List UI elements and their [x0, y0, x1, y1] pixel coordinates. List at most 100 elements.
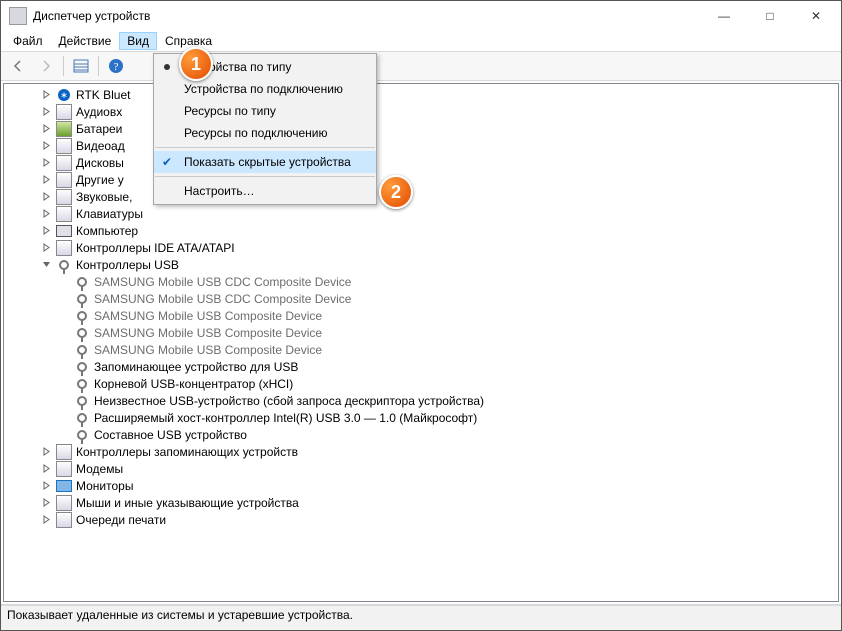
tree-row[interactable]: Очереди печати: [4, 511, 838, 528]
menuitem-devices-by-connection[interactable]: Устройства по подключению: [154, 78, 376, 100]
usb-device-icon: [74, 342, 90, 358]
expand-icon[interactable]: [38, 515, 54, 524]
tree-label: Видеоад: [74, 139, 125, 153]
tree-row[interactable]: Контроллеры IDE ATA/ATAPI: [4, 239, 838, 256]
tree-row[interactable]: SAMSUNG Mobile USB Composite Device: [4, 307, 838, 324]
expand-icon[interactable]: [38, 107, 54, 116]
status-bar: Показывает удаленные из системы и устаре…: [1, 605, 841, 630]
minimize-button[interactable]: —: [701, 1, 747, 31]
tree-row[interactable]: ∗RTK Bluet: [4, 86, 838, 103]
tree-label: Контроллеры USB: [74, 258, 179, 272]
expand-icon[interactable]: [38, 124, 54, 133]
tree-label: SAMSUNG Mobile USB CDC Composite Device: [92, 275, 351, 289]
tree-label: Другие у: [74, 173, 124, 187]
tree-row[interactable]: Мониторы: [4, 477, 838, 494]
menuitem-resources-by-connection[interactable]: Ресурсы по подключению: [154, 122, 376, 144]
tree-row[interactable]: Аудиовх: [4, 103, 838, 120]
tree-row[interactable]: SAMSUNG Mobile USB CDC Composite Device: [4, 290, 838, 307]
expand-icon[interactable]: [38, 481, 54, 490]
menuitem-label: Показать скрытые устройства: [184, 155, 351, 169]
usb-device-icon: [74, 393, 90, 409]
tree-row[interactable]: SAMSUNG Mobile USB CDC Composite Device: [4, 273, 838, 290]
expand-icon[interactable]: [38, 90, 54, 99]
expand-icon[interactable]: [38, 209, 54, 218]
close-button[interactable]: ✕: [793, 1, 839, 31]
tree-row[interactable]: Неизвестное USB-устройство (сбой запроса…: [4, 392, 838, 409]
tree-row[interactable]: Расширяемый хост-контроллер Intel(R) USB…: [4, 409, 838, 426]
menuitem-label: Ресурсы по подключению: [184, 126, 327, 140]
tree-label: Контроллеры запоминающих устройств: [74, 445, 298, 459]
expand-icon[interactable]: [38, 158, 54, 167]
show-console-tree-button[interactable]: [68, 53, 94, 79]
annotation-badge-1: 1: [179, 47, 213, 81]
tree-row[interactable]: Запоминающее устройство для USB: [4, 358, 838, 375]
expand-icon[interactable]: [38, 192, 54, 201]
tree-row[interactable]: Видеоад: [4, 137, 838, 154]
toolbar-separator: [98, 56, 99, 76]
expand-icon[interactable]: [38, 498, 54, 507]
radio-marker-icon: [164, 64, 170, 70]
usb-device-icon: [74, 376, 90, 392]
tree-label: SAMSUNG Mobile USB CDC Composite Device: [92, 292, 351, 306]
back-button[interactable]: [5, 53, 31, 79]
expand-icon[interactable]: [38, 175, 54, 184]
tree-label: Батареи: [74, 122, 122, 136]
ide-controller-icon: [56, 240, 72, 256]
svg-text:?: ?: [114, 61, 119, 73]
modem-icon: [56, 461, 72, 477]
other-devices-icon: [56, 172, 72, 188]
tree-row[interactable]: Другие у: [4, 171, 838, 188]
tree-row[interactable]: Контроллеры запоминающих устройств: [4, 443, 838, 460]
tree-label: Модемы: [74, 462, 123, 476]
device-tree[interactable]: ∗RTK Bluet Аудиовх Батареи Видеоад Диско…: [3, 83, 839, 602]
tree-label: Мониторы: [74, 479, 133, 493]
keyboard-icon: [56, 206, 72, 222]
tree-label: Неизвестное USB-устройство (сбой запроса…: [92, 394, 484, 408]
help-button[interactable]: ?: [103, 53, 129, 79]
expand-icon[interactable]: [38, 447, 54, 456]
tree-label: Составное USB устройство: [92, 428, 247, 442]
menu-view[interactable]: Вид: [119, 32, 157, 50]
tree-label: Расширяемый хост-контроллер Intel(R) USB…: [92, 411, 477, 425]
tree-row[interactable]: Контроллеры USB: [4, 256, 838, 273]
tree-label: SAMSUNG Mobile USB Composite Device: [92, 343, 322, 357]
tree-row[interactable]: Дисковы: [4, 154, 838, 171]
tree-label: Аудиовх: [74, 105, 122, 119]
menu-file[interactable]: Файл: [5, 32, 51, 50]
menuitem-label: Ресурсы по типу: [184, 104, 276, 118]
tree-row[interactable]: SAMSUNG Mobile USB Composite Device: [4, 341, 838, 358]
collapse-icon[interactable]: [38, 260, 54, 269]
tree-label: Клавиатуры: [74, 207, 143, 221]
tree-row[interactable]: Батареи: [4, 120, 838, 137]
usb-device-icon: [74, 274, 90, 290]
usb-device-icon: [74, 325, 90, 341]
tree-row[interactable]: Модемы: [4, 460, 838, 477]
monitor-icon: [56, 478, 72, 494]
checkmark-icon: ✔: [162, 155, 172, 169]
menu-action[interactable]: Действие: [51, 32, 120, 50]
tree-row[interactable]: Звуковые,: [4, 188, 838, 205]
tree-label: RTK Bluet: [74, 88, 130, 102]
maximize-button[interactable]: □: [747, 1, 793, 31]
menuitem-resources-by-type[interactable]: Ресурсы по типу: [154, 100, 376, 122]
usb-device-icon: [74, 427, 90, 443]
menuitem-show-hidden-devices[interactable]: ✔ Показать скрытые устройства: [154, 151, 376, 173]
tree-row[interactable]: Клавиатуры: [4, 205, 838, 222]
tree-row[interactable]: Составное USB устройство: [4, 426, 838, 443]
expand-icon[interactable]: [38, 141, 54, 150]
menuitem-customize[interactable]: Настроить…: [154, 180, 376, 202]
expand-icon[interactable]: [38, 243, 54, 252]
usb-controller-icon: [56, 257, 72, 273]
expand-icon[interactable]: [38, 226, 54, 235]
tree-row[interactable]: Мыши и иные указывающие устройства: [4, 494, 838, 511]
tree-label: Мыши и иные указывающие устройства: [74, 496, 299, 510]
tree-row[interactable]: Компьютер: [4, 222, 838, 239]
tree-label: Звуковые,: [74, 190, 132, 204]
tree-row[interactable]: Корневой USB-концентратор (xHCI): [4, 375, 838, 392]
tree-row[interactable]: SAMSUNG Mobile USB Composite Device: [4, 324, 838, 341]
usb-device-icon: [74, 410, 90, 426]
app-icon: [9, 7, 27, 25]
expand-icon[interactable]: [38, 464, 54, 473]
forward-button[interactable]: [33, 53, 59, 79]
display-adapter-icon: [56, 138, 72, 154]
